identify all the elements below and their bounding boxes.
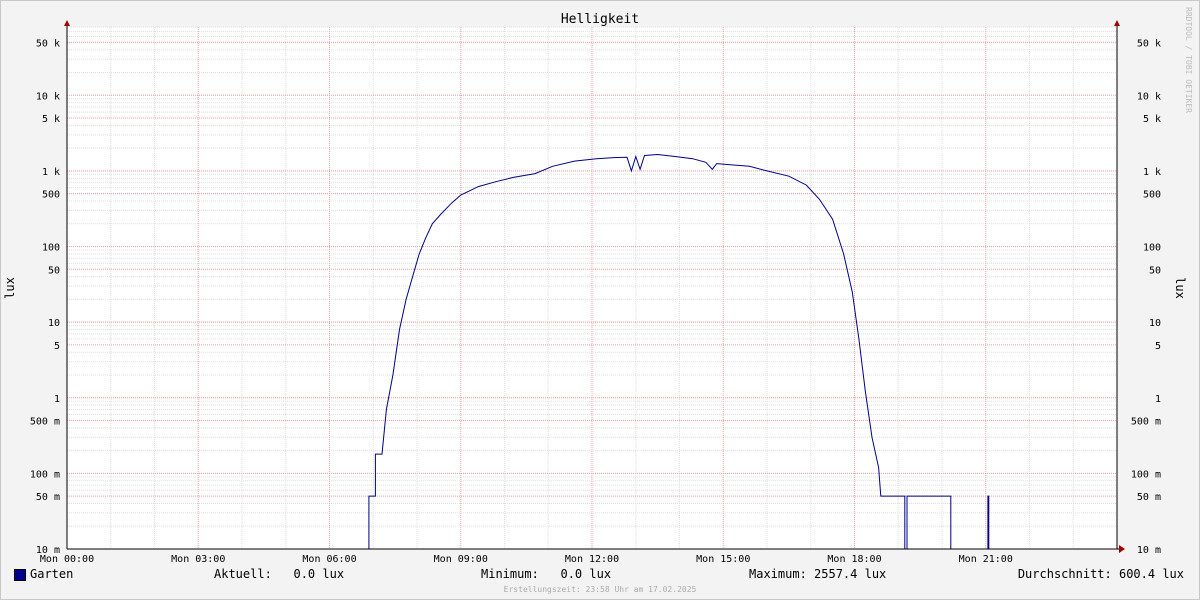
- legend-maximum: Maximum: 2557.4 lux: [749, 567, 887, 581]
- y-tick-label-right: 1: [1155, 394, 1161, 405]
- x-tick-label: Mon 00:00: [40, 554, 94, 565]
- y-tick-label: 10: [48, 318, 60, 329]
- creation-timestamp: Erstellungszeit: 23:58 Uhr am 17.02.2025: [503, 585, 697, 594]
- y-axis-right-arrow-icon: [1114, 20, 1120, 26]
- y-tick-label: 1 k: [42, 167, 60, 178]
- y-tick-label: 500: [42, 190, 60, 201]
- x-axis-arrow-icon: [1119, 545, 1125, 553]
- x-tick-label: Mon 06:00: [302, 554, 356, 565]
- x-tick-label: Mon 09:00: [434, 554, 488, 565]
- x-tick-label: Mon 18:00: [827, 554, 881, 565]
- x-tick-label: Mon 15:00: [696, 554, 750, 565]
- x-tick-label: Mon 03:00: [171, 554, 225, 565]
- rrdtool-credit: RRDTOOL / TOBI OETIKER: [1184, 7, 1193, 113]
- y-tick-label: 50: [48, 265, 60, 276]
- y-tick-label: 10 k: [36, 91, 60, 102]
- y-tick-label: 100 m: [30, 469, 60, 480]
- x-tick-label: Mon 21:00: [959, 554, 1013, 565]
- legend-current: Aktuell: 0.0 lux: [214, 567, 345, 581]
- y-tick-label-right: 10: [1149, 318, 1161, 329]
- y-tick-label-right: 5 k: [1143, 114, 1161, 125]
- y-tick-label-right: 5: [1155, 341, 1161, 352]
- y-tick-label: 50 m: [36, 492, 60, 503]
- brightness-chart: 10 m 50 m 100 m 500 m 1 5 10 50 100 500 1 k 5 k 10 k…: [3, 7, 1193, 565]
- y-tick-label-right: 100: [1143, 243, 1161, 254]
- y-tick-label: 100: [42, 243, 60, 254]
- legend-average: Durchschnitt: 600.4 lux: [1017, 567, 1184, 581]
- y-axis-label: lux: [3, 277, 17, 299]
- legend-minimum: Minimum: 0.0 lux: [481, 567, 612, 581]
- legend-swatch: [14, 569, 26, 581]
- y-tick-label: 500 m: [30, 417, 60, 428]
- y-tick-label-right: 50 m: [1137, 492, 1161, 503]
- y-tick-label: 5 k: [42, 114, 60, 125]
- y-tick-label: 5: [54, 341, 60, 352]
- y-axis-label-right: lux: [1173, 277, 1187, 299]
- y-tick-label-right: 50 k: [1137, 38, 1161, 49]
- y-tick-label-right: 100 m: [1131, 469, 1161, 480]
- chart-title: Helligkeit: [561, 12, 639, 27]
- legend-series-label: Garten: [30, 567, 74, 581]
- y-axis-arrow-icon: [64, 20, 70, 26]
- y-tick-label: 1: [54, 394, 60, 405]
- y-tick-label-right: 500: [1143, 190, 1161, 201]
- y-tick-label-right: 500 m: [1131, 417, 1161, 428]
- y-tick-label-right: 1 k: [1143, 167, 1161, 178]
- x-tick-label: Mon 12:00: [565, 554, 619, 565]
- y-tick-label-right: 10 m: [1137, 545, 1161, 556]
- y-tick-label: 50 k: [36, 38, 60, 49]
- y-tick-label-right: 50: [1149, 265, 1161, 276]
- y-tick-label-right: 10 k: [1137, 91, 1161, 102]
